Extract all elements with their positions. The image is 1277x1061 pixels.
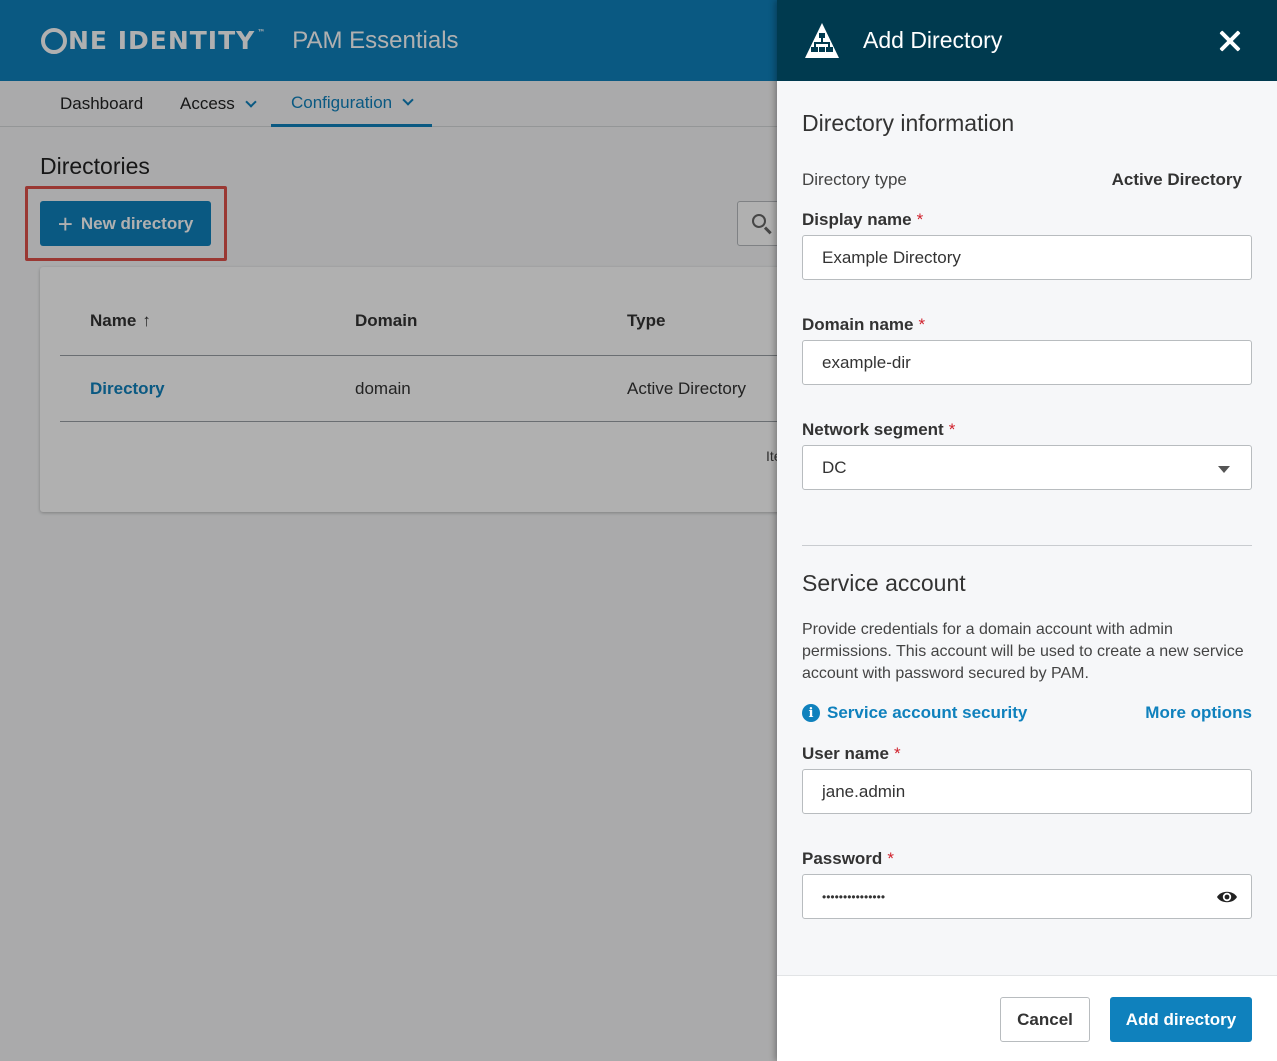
network-segment-label: Network segment * xyxy=(802,420,955,440)
user-name-label-text: User name xyxy=(802,744,889,763)
cancel-button[interactable]: Cancel xyxy=(1000,997,1090,1042)
directory-information-heading: Directory information xyxy=(802,110,1015,136)
required-marker: * xyxy=(948,420,956,439)
drawer-footer: Cancel Add directory xyxy=(777,975,1277,1061)
add-directory-button[interactable]: Add directory xyxy=(1110,997,1252,1042)
required-marker: * xyxy=(887,849,894,868)
required-marker: * xyxy=(893,744,901,763)
dropdown-caret-icon xyxy=(1218,466,1230,473)
drawer-header: Add Directory xyxy=(777,0,1277,81)
drawer-title: Add Directory xyxy=(863,27,1003,53)
show-password-eye-icon[interactable] xyxy=(1216,889,1238,905)
service-account-heading: Service account xyxy=(802,570,966,596)
network-segment-label-text: Network segment xyxy=(802,420,944,439)
close-icon[interactable] xyxy=(1217,28,1243,54)
user-name-field[interactable]: jane.admin xyxy=(802,769,1252,814)
password-label-text: Password xyxy=(802,849,883,868)
directory-type-value: Active Directory xyxy=(1111,170,1242,189)
network-segment-value: DC xyxy=(822,457,847,477)
domain-name-label-text: Domain name xyxy=(802,315,914,334)
more-options-link[interactable]: More options xyxy=(1145,703,1252,723)
required-marker: * xyxy=(916,210,924,229)
password-value: ••••••••••••••• xyxy=(822,889,886,904)
section-divider xyxy=(802,545,1252,546)
service-account-security-label: Service account security xyxy=(827,703,1028,722)
info-icon: i xyxy=(802,704,820,722)
required-marker: * xyxy=(918,315,926,334)
user-name-label: User name * xyxy=(802,744,901,764)
display-name-label-text: Display name xyxy=(802,210,912,229)
directory-tree-icon xyxy=(805,23,839,58)
network-segment-select[interactable]: DC xyxy=(802,445,1252,490)
display-name-label: Display name * xyxy=(802,210,923,230)
service-account-security-link[interactable]: i Service account security xyxy=(802,703,1027,723)
add-directory-drawer: Add Directory Directory information Dire… xyxy=(777,0,1277,1061)
domain-name-field[interactable]: example-dir xyxy=(802,340,1252,385)
directory-type-label: Directory type xyxy=(802,170,907,189)
service-account-description: Provide credentials for a domain account… xyxy=(802,621,1244,682)
password-label: Password * xyxy=(802,849,894,869)
display-name-field[interactable]: Example Directory xyxy=(802,235,1252,280)
domain-name-label: Domain name * xyxy=(802,315,925,335)
password-field[interactable]: ••••••••••••••• xyxy=(802,874,1252,919)
